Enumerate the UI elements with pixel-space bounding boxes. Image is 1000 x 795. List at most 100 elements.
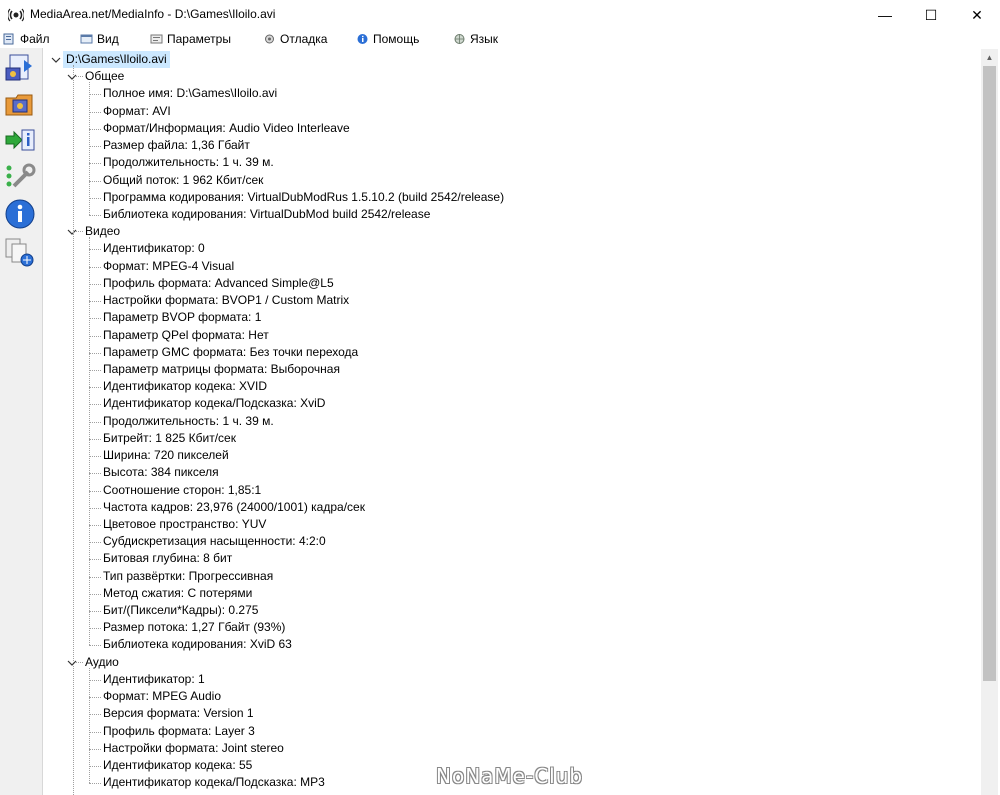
menu-options[interactable]: Параметры: [150, 31, 231, 47]
watermark-logo: NoNaMe-Club: [436, 764, 584, 788]
chevron-down-icon: [51, 57, 61, 63]
tree-leaf-label: Идентификатор: 1: [103, 671, 205, 686]
tree-connector: [89, 576, 101, 578]
minimize-button[interactable]: —: [862, 0, 908, 30]
tree-connector: [89, 490, 101, 492]
tree-connector: [89, 456, 101, 458]
menu-file[interactable]: Файл: [3, 31, 50, 47]
tree-connector: [89, 180, 101, 182]
tree-connector: [89, 783, 101, 785]
side-toolbar: [0, 48, 43, 795]
tree-leaf-label: Субдискретизация насыщенности: 4:2:0: [103, 534, 326, 549]
export-button[interactable]: [4, 124, 36, 156]
tree-connector: [89, 731, 101, 733]
open-folder-icon: [5, 94, 33, 116]
info-tree-view[interactable]: D:\Games\Iloilo.avi Общее Полное имя: D:\…: [43, 49, 981, 795]
maximize-button[interactable]: ☐: [908, 0, 954, 30]
tree-connector: [89, 146, 101, 148]
tree-leaf-label: Профиль формата: Advanced Simple@L5: [103, 275, 334, 290]
menu-language[interactable]: Язык: [453, 31, 498, 47]
tree-connector: [89, 438, 101, 440]
tree-connector: [89, 82, 90, 215]
scroll-up-arrow[interactable]: ▲: [981, 49, 998, 66]
about-info-icon: [5, 199, 35, 229]
tree-connector: [89, 94, 101, 96]
tree-leaf-label: Размер файла: 1,36 Гбайт: [103, 138, 250, 153]
menu-view[interactable]: Вид: [80, 31, 119, 47]
menu-help[interactable]: Помощь: [356, 31, 419, 47]
tree-connector: [89, 628, 101, 630]
scrollbar-thumb[interactable]: [983, 66, 996, 681]
tree-leaf-label: Идентификатор кодека: XVID: [103, 379, 268, 394]
tree-leaf-label: Идентификатор кодека/Подсказка: MP3: [103, 775, 325, 790]
tree-connector: [89, 697, 101, 699]
tree-connector: [89, 128, 101, 130]
tree-connector: [89, 645, 101, 647]
tree-leaf-label: Частота кадров: 23,976 (24000/1001) кадр…: [103, 499, 365, 514]
menu-debug[interactable]: Отладка: [263, 31, 327, 47]
tree-leaf-label: Высота: 384 пикселя: [103, 465, 219, 480]
tree-leaf-label: Библиотека кодирования: XviD 63: [103, 637, 292, 652]
menu-file-label: Файл: [20, 32, 50, 46]
tree-connector: [89, 679, 101, 681]
close-button[interactable]: ✕: [954, 0, 1000, 30]
knowledge-base-icon: [5, 238, 34, 267]
tree-connector: [89, 507, 101, 509]
tree-connector: [89, 593, 101, 595]
chevron-down-icon: [67, 660, 77, 666]
file-icon: [3, 33, 14, 45]
tree-connector: [89, 714, 101, 716]
tree-leaf-label: Общий поток: 1 962 Кбит/сек: [103, 172, 264, 187]
tree-leaf-label: Битрейт: 1 825 Кбит/сек: [103, 430, 236, 445]
tree-leaf-label: Формат: MPEG-4 Visual: [103, 258, 235, 273]
menu-bar: Файл Вид Параметры Отладка Помощь Язык: [0, 30, 1000, 48]
tree-leaf-label: Формат: MPEG Audio: [103, 689, 221, 704]
tree-leaf-label: Параметр QPel формата: Нет: [103, 327, 269, 342]
tree-connector: [89, 335, 101, 337]
tree-connector: [89, 249, 101, 251]
tree-connector: [89, 197, 101, 199]
menu-view-label: Вид: [97, 32, 119, 46]
tree-connector: [89, 559, 101, 561]
chevron-down-icon: [67, 74, 77, 81]
tree-connector: [73, 65, 74, 795]
tree-connector: [89, 473, 101, 475]
tree-leaf-label: Библиотека кодирования: VirtualDubMod bu…: [103, 206, 431, 221]
tree-leaf-label: Параметр матрицы формата: Выборочная: [103, 361, 340, 376]
tree-connector: [89, 404, 101, 406]
tree-connector: [89, 369, 101, 371]
tree-leaf-label: Полное имя: D:\Games\Iloilo.avi: [103, 86, 278, 101]
tree-connector: [89, 266, 101, 268]
knowledge-base-button[interactable]: [4, 236, 36, 268]
vertical-scrollbar[interactable]: ▲: [981, 49, 998, 795]
tree-leaf-label: Формат/Информация: Audio Video Interleav…: [103, 120, 350, 135]
tree-connector: [89, 352, 101, 354]
options-icon: [150, 34, 163, 44]
menu-help-label: Помощь: [373, 32, 420, 46]
tree-leaf-label: Битовая глубина: 8 бит: [103, 551, 233, 566]
tree-leaf-label: Продолжительность: 1 ч. 39 м.: [103, 155, 274, 170]
tree-connector: [89, 214, 101, 216]
tree-connector: [89, 283, 101, 285]
tree-leaf-label: Размер потока: 1,27 Гбайт (93%): [103, 620, 286, 635]
menu-debug-label: Отладка: [280, 32, 328, 46]
tree-leaf-label: Идентификатор кодека: 55: [103, 758, 253, 773]
tree-leaf-label: Бит/(Пиксели*Кадры): 0.275: [103, 603, 259, 618]
open-file-button[interactable]: [4, 52, 36, 84]
tree-leaf-label: Профиль формата: Layer 3: [103, 723, 255, 738]
tree-section-label: Видео: [85, 224, 121, 239]
tree-leaf-label: Параметр GMC формата: Без точки перехода: [103, 344, 359, 359]
menu-options-label: Параметры: [167, 32, 231, 46]
tree-connector: [89, 421, 101, 423]
tree-connector: [76, 231, 83, 233]
tree-leaf-label: Ширина: 720 пикселей: [103, 448, 229, 463]
about-button[interactable]: [4, 198, 36, 230]
tree-leaf-label: Соотношение сторон: 1,85:1: [103, 482, 262, 497]
tree-connector: [89, 111, 101, 113]
open-folder-button[interactable]: [4, 88, 36, 120]
language-icon: [454, 34, 465, 44]
preferences-button[interactable]: [4, 160, 36, 192]
tree-leaf-label: Настройки формата: BVOP1 / Custom Matrix: [103, 293, 350, 308]
tree-leaf-label: Метод сжатия: С потерями: [103, 585, 253, 600]
tree-leaf-label: Тип развёртки: Прогрессивная: [103, 568, 274, 583]
